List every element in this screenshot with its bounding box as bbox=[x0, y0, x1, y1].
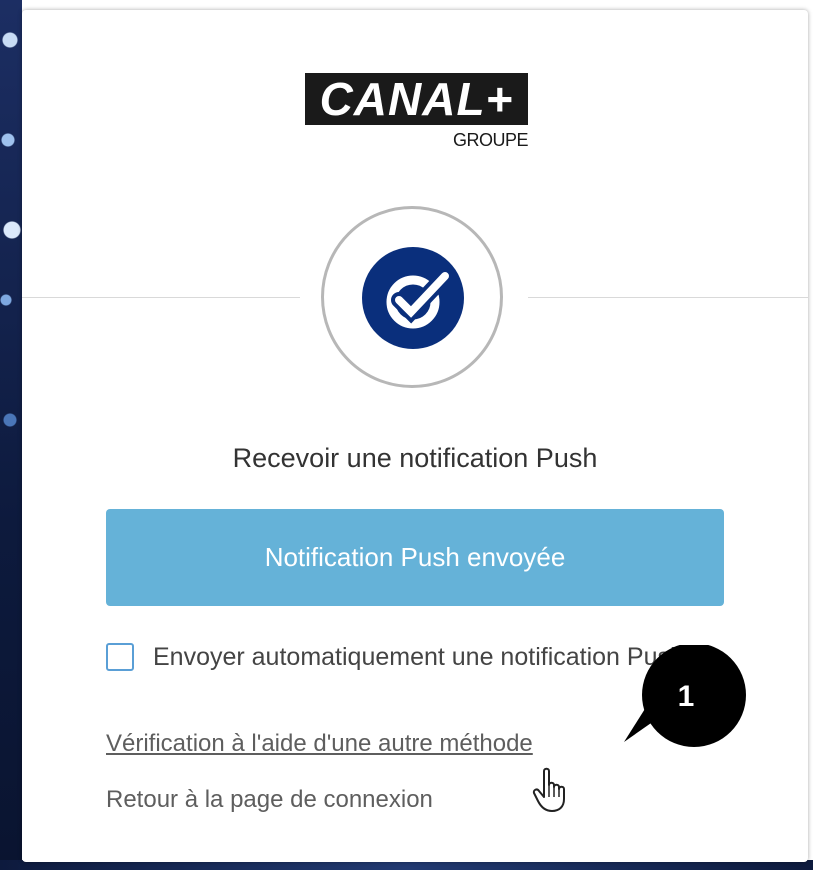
divider-left bbox=[22, 297, 300, 298]
okta-verify-check-icon bbox=[362, 247, 464, 349]
annotation-number: 1 bbox=[677, 680, 695, 713]
back-to-login-link[interactable]: Retour à la page de connexion bbox=[106, 786, 433, 814]
push-button-label: Notification Push envoyée bbox=[264, 542, 566, 572]
auto-push-checkbox[interactable] bbox=[106, 643, 134, 671]
page-title: Recevoir une notification Push bbox=[232, 443, 598, 473]
other-method-link[interactable]: Vérification à l'aide d'une autre méthod… bbox=[106, 730, 533, 758]
logo-subtitle: GROUPE bbox=[452, 130, 529, 150]
canal-plus-logo: CANAL+ bbox=[305, 73, 528, 125]
push-sent-button[interactable]: Notification Push envoyée bbox=[106, 509, 724, 606]
logo-text: CANAL+ bbox=[319, 73, 514, 125]
hand-cursor-icon bbox=[532, 767, 565, 812]
divider-right bbox=[528, 297, 808, 298]
background bbox=[0, 0, 22, 870]
